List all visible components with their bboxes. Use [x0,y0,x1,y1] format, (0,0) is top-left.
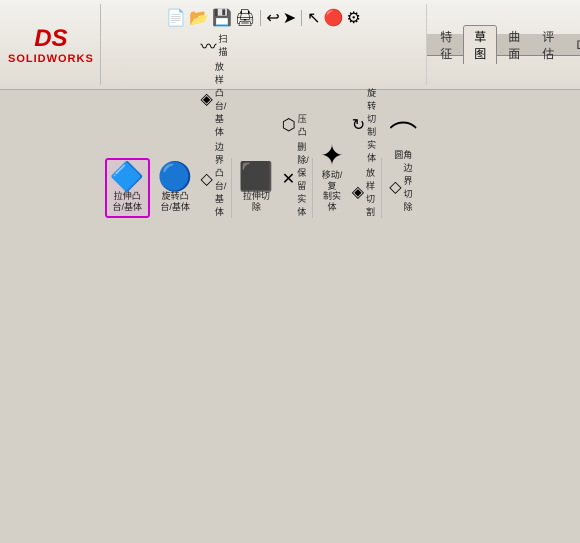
delete-label: 删除/保 留实体 [297,140,309,218]
loft-label: 放样凸台/基体 [215,60,228,138]
sep2 [301,10,302,26]
pull-boss-button[interactable]: 🔷 拉伸凸 台/基体 [105,158,150,218]
move-copy-button[interactable]: ✦ 移动/复 制实体 [315,137,348,218]
pull-cut-icon: ⬛ [239,163,274,191]
rounded-corner-label: 圆角 [394,150,412,161]
revolve-boss-icon: 🔵 [158,163,193,191]
undo-icon[interactable]: ↩ [266,8,279,28]
scale-cut-label: 放样切割 [366,166,378,218]
press-button[interactable]: ⬡ 压凸 [282,112,309,138]
revolve-boss-button[interactable]: 🔵 旋转凸 台/基体 [153,158,198,218]
delete-preserve-button[interactable]: ✕ 删除/保 留实体 [282,140,309,218]
rounded-corner-button[interactable]: ⌒ 圆角 ◇ 边界切除 [384,117,422,218]
ds-logo-icon: DS [34,25,67,53]
tab-dimxpert[interactable]: DimXpert [565,35,580,54]
revolve-boss-label: 旋转凸 台/基体 [160,191,190,213]
move-copy-label: 移动/复 制实体 [320,170,343,213]
small-buttons-col4: ◇ 边界切除 [389,161,417,213]
boundary-boss-label: 边界凸台/基体 [215,140,228,218]
boundary-cut-button[interactable]: ◇ 边界切除 [389,161,417,213]
scale-cut-icon: ◈ [352,182,364,202]
pull-boss-icon: 🔷 [110,163,145,191]
new-icon[interactable]: 📄 [166,8,186,28]
sep1 [260,10,261,26]
press-icon: ⬡ [282,115,296,135]
settings-icon[interactable]: ⚙ [346,8,360,28]
ribbon-toolbar: DS SOLIDWORKS 📄 📂 💾 🖨 ↩ ➤ ↖ 🔴 ⚙ 🔷 拉伸凸 台/… [0,0,580,90]
sweep-button[interactable]: 〰 扫描 [201,32,228,58]
solidworks-text: SOLIDWORKS [8,53,94,65]
revolve-cut-icon: ↻ [352,115,365,135]
pull-boss-label: 拉伸凸 台/基体 [112,191,142,213]
tab-bar: 特征 草图 曲面 评估 DimXpert [427,34,580,56]
tab-surface[interactable]: 曲面 [497,25,531,64]
boundary-boss-button[interactable]: ◇ 边界凸台/基体 [201,140,228,218]
scale-cut-button[interactable]: ◈ 放样切割 [352,166,378,218]
small-buttons-col3: ↻ 旋转切 制实体 ◈ 放样切割 [352,86,378,218]
sweep-icon: 〰 [201,33,217,57]
pull-cut-label: 拉伸切 除 [243,191,270,213]
tab-evaluate[interactable]: 评估 [531,25,565,64]
tab-sketch[interactable]: 草图 [463,25,497,64]
revolve-cut-button[interactable]: ↻ 旋转切 制实体 [352,86,378,164]
tab-feature[interactable]: 特征 [429,25,463,64]
delete-icon: ✕ [282,169,295,189]
loft-boss-button[interactable]: ◈ 放样凸台/基体 [201,60,228,138]
sweep-label: 扫描 [219,32,228,58]
arrow-icon[interactable]: ➤ [283,8,296,28]
small-buttons-col1: 〰 扫描 ◈ 放样凸台/基体 ◇ 边界凸台/基体 [201,32,228,218]
boundary-boss-icon: ◇ [201,169,213,189]
move-copy-icon: ✦ [320,142,343,170]
press-label: 压凸 [298,112,309,138]
sw-logo-area: DS SOLIDWORKS [2,4,101,85]
boundary-cut-icon: ◇ [389,177,401,197]
rounded-corner-icon: ⌒ [389,122,417,150]
open-icon[interactable]: 📂 [189,8,209,28]
select-icon[interactable]: ↖ [307,8,320,28]
small-buttons-col2: ⬡ 压凸 ✕ 删除/保 留实体 [282,112,309,218]
save-icon[interactable]: 💾 [212,8,232,28]
loft-icon: ◈ [201,89,213,109]
rebuild-icon[interactable]: 🔴 [324,8,344,28]
boundary-cut-label: 边界切除 [404,161,418,213]
revolve-cut-label: 旋转切 制实体 [367,86,378,164]
print-icon[interactable]: 🖨 [235,8,255,28]
pull-cut-button[interactable]: ⬛ 拉伸切 除 [234,158,279,218]
